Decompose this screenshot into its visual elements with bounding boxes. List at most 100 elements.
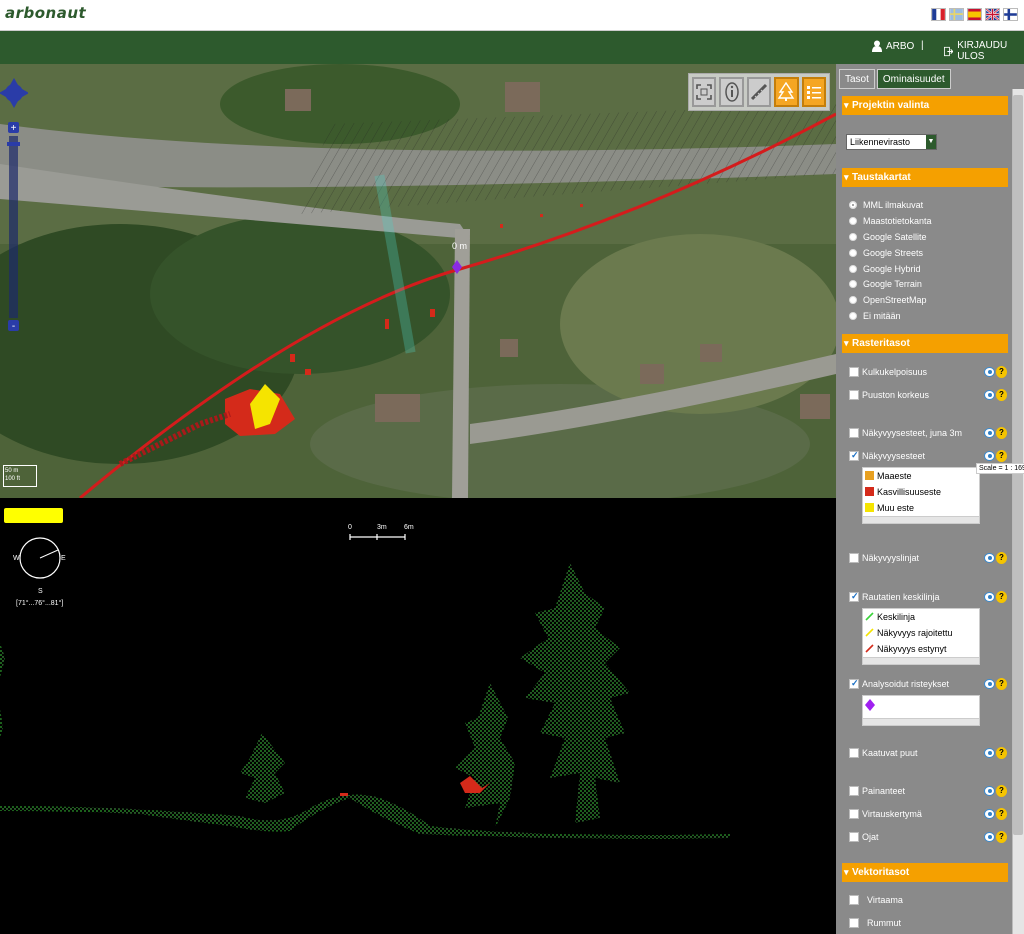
basemap-gstreets[interactable]: Google Streets xyxy=(849,246,923,260)
layer-nakyvyysesteet[interactable]: Näkyvyysesteet? xyxy=(849,448,1009,464)
compass-e: E xyxy=(61,555,66,562)
help-icon[interactable]: ? xyxy=(996,747,1007,759)
scale-tick-1: 3m xyxy=(377,524,387,531)
checkbox[interactable] xyxy=(849,553,859,563)
eye-icon[interactable] xyxy=(984,748,995,758)
eye-icon[interactable] xyxy=(984,786,995,796)
nav-separator: | xyxy=(921,40,924,51)
layer-kulkukelpoisuus[interactable]: Kulkukelpoisuus? xyxy=(849,364,1009,380)
eye-icon[interactable] xyxy=(984,428,995,438)
basemap-label: Google Streets xyxy=(863,248,924,258)
checkbox[interactable] xyxy=(849,748,859,758)
layer-virtaama[interactable]: Virtaama xyxy=(849,892,1009,908)
zoom-handle[interactable] xyxy=(7,142,20,146)
tab-ominaisuudet[interactable]: Ominaisuudet xyxy=(876,69,951,89)
checkbox[interactable] xyxy=(849,591,859,602)
eye-icon[interactable] xyxy=(984,390,995,400)
layer-rautatien-keskilinja[interactable]: Rautatien keskilinja? xyxy=(849,589,1009,605)
lidar-profile-view[interactable] xyxy=(0,498,836,934)
eye-icon[interactable] xyxy=(984,679,995,689)
compass-angles: [71°...76°...81°] xyxy=(16,599,63,607)
chevron-down-icon[interactable]: ▼ xyxy=(926,135,936,149)
logout-link[interactable]: KIRJAUDU ULOS xyxy=(944,40,1024,62)
layer-label: Rautatien keskilinja xyxy=(862,592,940,602)
measure-button[interactable] xyxy=(746,77,772,107)
section-vektoritasot[interactable]: Vektoritasot xyxy=(842,863,1008,882)
checkbox[interactable] xyxy=(849,895,859,905)
eye-icon[interactable] xyxy=(984,832,995,842)
eye-icon[interactable] xyxy=(984,592,995,602)
fullscreen-button[interactable] xyxy=(692,77,717,107)
layer-ojat[interactable]: Ojat? xyxy=(849,829,1009,845)
checkbox[interactable] xyxy=(849,390,859,400)
help-icon[interactable]: ? xyxy=(996,678,1007,690)
layer-rummut[interactable]: Rummut xyxy=(849,915,1009,931)
project-select[interactable]: Liikennevirasto xyxy=(846,134,937,150)
flag-es-icon[interactable] xyxy=(967,8,982,21)
help-icon[interactable]: ? xyxy=(996,427,1007,439)
help-icon[interactable]: ? xyxy=(996,552,1007,564)
user-menu[interactable]: ARBO xyxy=(872,40,914,52)
basemap-mml[interactable]: MML ilmakuvat xyxy=(849,198,923,212)
legend-scrollbar[interactable] xyxy=(863,516,979,523)
basemap-gsat[interactable]: Google Satellite xyxy=(849,230,927,244)
eye-icon[interactable] xyxy=(984,367,995,377)
checkbox[interactable] xyxy=(849,678,859,689)
checkbox[interactable] xyxy=(849,918,859,928)
help-icon[interactable]: ? xyxy=(996,831,1007,843)
help-icon[interactable]: ? xyxy=(996,785,1007,797)
legend-obstacles: Maaeste Kasvillisuuseste Muu este xyxy=(862,467,980,524)
layer-kaatuvat-puut[interactable]: Kaatuvat puut? xyxy=(849,745,1009,761)
basemap-osm[interactable]: OpenStreetMap xyxy=(849,293,927,307)
flag-gb-icon[interactable] xyxy=(985,8,1000,21)
layer-label: Ojat xyxy=(862,832,879,842)
info-button[interactable] xyxy=(719,77,744,107)
help-icon[interactable]: ? xyxy=(996,389,1007,401)
layer-painanteet[interactable]: Painanteet? xyxy=(849,783,1009,799)
layer-nakyvyyslinjat[interactable]: Näkyvyyslinjat? xyxy=(849,550,1009,566)
checkbox[interactable] xyxy=(849,832,859,842)
flag-se-icon[interactable] xyxy=(949,8,964,21)
pan-control[interactable] xyxy=(0,78,28,108)
checkbox[interactable] xyxy=(849,809,859,819)
section-rasteritasot[interactable]: Rasteritasot xyxy=(842,334,1008,353)
layer-analysoidut-risteykset[interactable]: Analysoidut risteykset? xyxy=(849,676,1009,692)
tree-button[interactable] xyxy=(774,77,799,107)
legend-item: Näkyvyys rajoitettu xyxy=(863,625,979,641)
legend-scrollbar[interactable] xyxy=(863,657,979,664)
legend-scrollbar[interactable] xyxy=(863,718,979,725)
flag-fr-icon[interactable] xyxy=(931,8,946,21)
checkbox[interactable] xyxy=(849,450,859,461)
section-taustakartat[interactable]: Taustakartat xyxy=(842,168,1008,187)
eye-icon[interactable] xyxy=(984,553,995,563)
point-label: 0 m xyxy=(452,241,467,251)
layer-puuston-korkeus[interactable]: Puuston korkeus? xyxy=(849,387,1009,403)
basemap-maasto[interactable]: Maastotietokanta xyxy=(849,214,932,228)
help-icon[interactable]: ? xyxy=(996,591,1007,603)
layer-nakyvyysesteet-juna[interactable]: Näkyvyysesteet, juna 3m? xyxy=(849,425,1009,441)
list-button[interactable] xyxy=(801,77,827,107)
legend-label: Keskilinja xyxy=(877,612,916,622)
eye-icon[interactable] xyxy=(984,809,995,819)
section-projekti[interactable]: Projektin valinta xyxy=(842,96,1008,115)
radio-icon xyxy=(849,233,857,241)
checkbox[interactable] xyxy=(849,786,859,796)
checkbox[interactable] xyxy=(849,428,859,438)
basemap-gterrain[interactable]: Google Terrain xyxy=(849,277,922,291)
svg-text:-: - xyxy=(12,321,15,332)
basemap-none[interactable]: Ei mitään xyxy=(849,309,901,323)
flag-fi-icon[interactable] xyxy=(1003,8,1018,21)
basemap-ghybrid[interactable]: Google Hybrid xyxy=(849,262,921,276)
help-icon[interactable]: ? xyxy=(996,366,1007,378)
aerial-map[interactable]: 0 m xyxy=(0,64,836,498)
zoom-slider[interactable] xyxy=(9,136,18,318)
tab-tasot[interactable]: Tasot xyxy=(839,69,875,89)
help-icon[interactable]: ? xyxy=(996,808,1007,820)
layer-virtauskertyma[interactable]: Virtauskertymä? xyxy=(849,806,1009,822)
help-icon[interactable]: ? xyxy=(996,450,1007,462)
checkbox[interactable] xyxy=(849,367,859,377)
radio-icon xyxy=(849,249,857,257)
eye-icon[interactable] xyxy=(984,451,995,461)
app-logo[interactable]: arbonaut xyxy=(5,4,86,22)
info-icon xyxy=(724,82,739,102)
